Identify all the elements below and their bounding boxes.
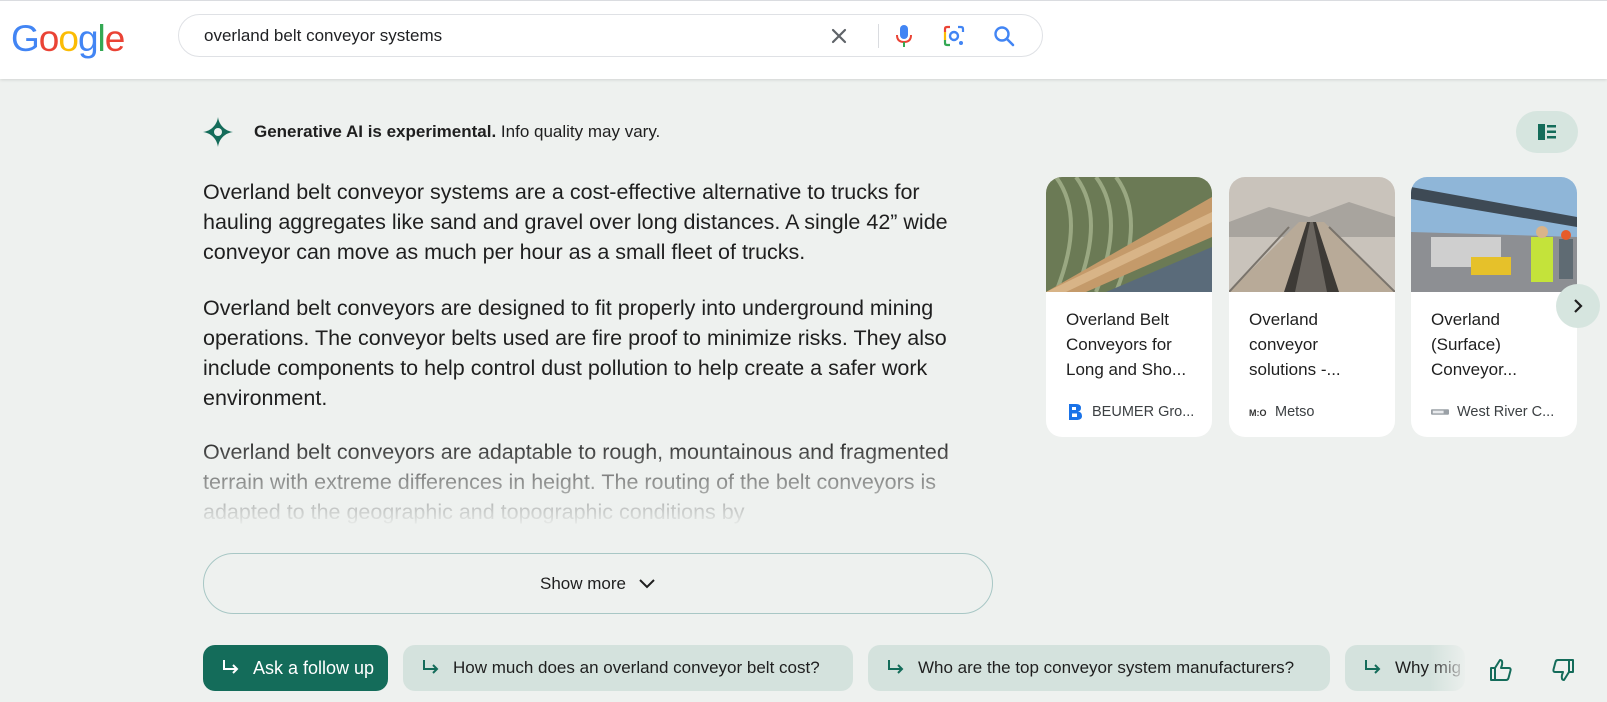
search-icon[interactable] xyxy=(991,23,1017,49)
source-card[interactable]: Overland (Surface) Conveyor... West Rive… xyxy=(1411,177,1577,437)
follow-up-arrow-icon xyxy=(221,659,241,677)
answer-paragraph: Overland belt conveyors are designed to … xyxy=(203,296,947,410)
source-thumbnail xyxy=(1229,177,1395,292)
source-card-title: Overland Belt Conveyors for Long and Sho… xyxy=(1066,310,1187,379)
source-card-site-name: West River C... xyxy=(1457,404,1555,420)
source-card-site-name: BEUMER Gro... xyxy=(1092,404,1195,420)
thumbs-up-icon[interactable] xyxy=(1486,655,1516,685)
search-box[interactable]: overland belt conveyor systems xyxy=(178,14,1043,57)
header-bar: Google overland belt conveyor systems xyxy=(0,0,1607,79)
follow-up-chip[interactable]: Who are the top conveyor system manufact… xyxy=(868,645,1330,691)
ai-banner: Generative AI is experimental. Info qual… xyxy=(202,116,660,148)
follow-up-arrow-icon xyxy=(886,659,906,677)
lens-icon[interactable] xyxy=(941,23,967,49)
chip-row-fade xyxy=(1430,640,1470,696)
logo-letter: g xyxy=(77,18,99,59)
follow-up-chip-label: Who are the top conveyor system manufact… xyxy=(918,658,1295,677)
thumbs-down-icon[interactable] xyxy=(1548,655,1578,685)
gemini-sparkle-icon xyxy=(203,117,233,147)
logo-letter: l xyxy=(97,18,106,59)
source-thumbnail xyxy=(1411,177,1577,292)
show-more-label: Show more xyxy=(540,573,626,593)
chevron-down-icon xyxy=(638,578,656,590)
close-icon[interactable] xyxy=(826,23,852,49)
search-divider xyxy=(878,24,879,48)
ai-disclaimer-rest: Info quality may vary. xyxy=(496,122,661,141)
answer-paragraph-faded: Overland belt conveyors are adaptable to… xyxy=(203,440,949,524)
follow-up-chip-label: How much does an overland conveyor belt … xyxy=(453,658,820,677)
show-more-button[interactable]: Show more xyxy=(203,553,993,614)
chevron-right-icon xyxy=(1574,299,1583,313)
source-card-site: BEUMER Gro... xyxy=(1066,403,1194,421)
source-card[interactable]: Overland conveyor solutions -... M:O Met… xyxy=(1229,177,1395,437)
cards-next-button[interactable] xyxy=(1556,284,1600,328)
source-thumbnail xyxy=(1046,177,1212,292)
source-card-site-name: Metso xyxy=(1275,404,1315,420)
answer-paragraph: Overland belt conveyor systems are a cos… xyxy=(203,180,948,264)
follow-up-chip[interactable]: How much does an overland conveyor belt … xyxy=(403,645,853,691)
source-card-site: West River C... xyxy=(1431,403,1554,421)
ask-follow-up-button[interactable]: Ask a follow up xyxy=(203,645,388,691)
svg-text:M:O: M:O xyxy=(1249,408,1267,417)
ask-follow-up-label: Ask a follow up xyxy=(253,657,375,678)
google-logo[interactable]: Google xyxy=(11,18,126,60)
source-card[interactable]: Overland Belt Conveyors for Long and Sho… xyxy=(1046,177,1212,437)
logo-letter: o xyxy=(58,18,79,59)
logo-letter: o xyxy=(38,18,60,59)
logo-letter: G xyxy=(11,18,40,59)
westriver-icon xyxy=(1431,403,1449,421)
metso-icon: M:O xyxy=(1249,403,1267,421)
search-input[interactable]: overland belt conveyor systems xyxy=(204,26,442,46)
follow-up-arrow-icon xyxy=(1363,659,1383,677)
beumer-b-icon xyxy=(1066,403,1084,421)
source-card-title: Overland (Surface) Conveyor... xyxy=(1431,310,1517,379)
ai-disclaimer-bold: Generative AI is experimental. xyxy=(254,122,497,141)
layout-icon xyxy=(1538,124,1556,140)
source-card-site: M:O Metso xyxy=(1249,403,1315,421)
mic-icon[interactable] xyxy=(891,23,917,49)
follow-up-arrow-icon xyxy=(421,659,441,677)
ai-disclaimer: Generative AI is experimental. Info qual… xyxy=(254,122,660,142)
source-card-title: Overland conveyor solutions -... xyxy=(1249,310,1341,379)
logo-letter: e xyxy=(104,18,126,59)
layout-toggle-button[interactable] xyxy=(1516,111,1578,153)
